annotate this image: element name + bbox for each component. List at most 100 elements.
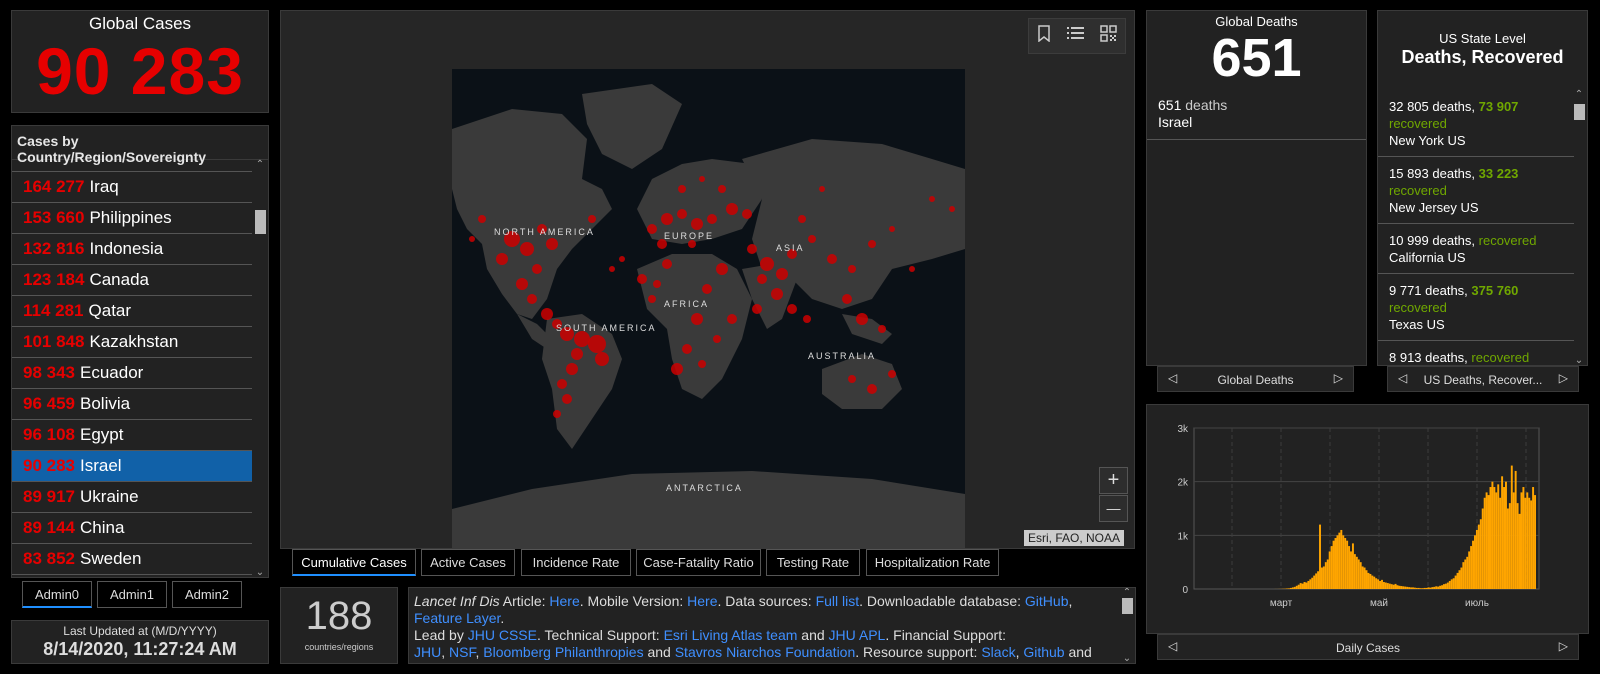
chart-bar[interactable] (1386, 583, 1389, 589)
case-bubble[interactable] (787, 304, 797, 314)
chart-bar[interactable] (1303, 582, 1306, 589)
case-bubble[interactable] (929, 196, 935, 202)
scroll-down-icon[interactable]: ⌄ (254, 568, 266, 578)
list-item[interactable]: 83 852 Sweden (12, 544, 252, 575)
case-bubble[interactable] (688, 240, 696, 248)
case-bubble[interactable] (637, 274, 647, 284)
chart-bar[interactable] (1309, 579, 1312, 589)
chart-bar[interactable] (1532, 487, 1535, 589)
chart-bar[interactable] (1497, 484, 1500, 589)
list-item[interactable]: 9 771 deaths, 375 760 recovered Texas US (1378, 274, 1574, 341)
case-bubble[interactable] (889, 226, 895, 232)
chart-bar[interactable] (1363, 567, 1366, 589)
chart-bar[interactable] (1528, 497, 1531, 589)
country-list-scrollbar[interactable]: ⌃ ⌄ (254, 160, 266, 578)
chart-bar[interactable] (1371, 575, 1374, 589)
chart-bar[interactable] (1512, 492, 1515, 589)
tab-case-fatality-ratio[interactable]: Case-Fatality Ratio (636, 549, 761, 576)
chart-bar[interactable] (1495, 492, 1498, 589)
info-scrollbar[interactable]: ⌃ ⌄ (1121, 588, 1133, 663)
chart-bar[interactable] (1330, 546, 1333, 589)
case-bubble[interactable] (648, 295, 656, 303)
list-icon[interactable] (1067, 26, 1084, 46)
case-bubble[interactable] (653, 280, 661, 288)
chart-bar[interactable] (1443, 584, 1445, 589)
chart-bar[interactable] (1320, 567, 1323, 589)
chart-bar[interactable] (1357, 559, 1360, 589)
bloomberg-link[interactable]: Bloomberg Philanthropies (483, 644, 643, 660)
us-states-list[interactable]: 32 805 deaths, 73 907 recovered New York … (1378, 90, 1574, 366)
list-item[interactable]: 32 805 deaths, 73 907 recovered New York … (1378, 90, 1574, 157)
chart-bar[interactable] (1446, 582, 1449, 589)
list-item[interactable]: 83 184Dominican Republic (12, 575, 252, 578)
list-item[interactable]: 90 283 Israel (12, 451, 252, 482)
chart-bar[interactable] (1483, 497, 1486, 589)
case-bubble[interactable] (848, 265, 856, 273)
chart-bar[interactable] (1299, 583, 1302, 589)
chart-bar[interactable] (1472, 540, 1475, 589)
case-bubble[interactable] (848, 375, 856, 383)
chart-bar[interactable] (1315, 573, 1318, 589)
case-bubble[interactable] (776, 268, 788, 280)
list-item[interactable]: 123 184 Canada (12, 265, 252, 296)
chart-bar[interactable] (1322, 566, 1325, 589)
case-bubble[interactable] (707, 214, 717, 224)
case-bubble[interactable] (868, 240, 876, 248)
chart-bar[interactable] (1324, 562, 1327, 589)
list-item[interactable]: 15 893 deaths, 33 223 recovered New Jerse… (1378, 157, 1574, 224)
tab-admin2[interactable]: Admin2 (172, 581, 242, 608)
esri-link[interactable]: Esri Living Atlas team (664, 627, 798, 643)
chart-bar[interactable] (1365, 570, 1368, 589)
chart-bar[interactable] (1334, 538, 1337, 589)
chart-bar[interactable] (1506, 508, 1509, 590)
chart-bar[interactable] (1289, 587, 1292, 589)
chart-bar[interactable] (1313, 575, 1316, 589)
chart-bar[interactable] (1462, 562, 1465, 589)
case-bubble[interactable] (619, 256, 625, 262)
chart-bar[interactable] (1381, 579, 1383, 589)
chart-bar[interactable] (1460, 567, 1463, 589)
list-item[interactable]: 132 816 Indonesia (12, 234, 252, 265)
case-bubble[interactable] (478, 215, 486, 223)
us-states-scrollbar[interactable]: ⌃ ⌄ (1573, 90, 1585, 366)
chart-bar[interactable] (1392, 584, 1395, 589)
case-bubble[interactable] (546, 238, 558, 250)
case-bubble[interactable] (496, 253, 508, 265)
chart-bar[interactable] (1340, 529, 1343, 589)
chart-bar[interactable] (1382, 582, 1385, 589)
chart-bar[interactable] (1388, 583, 1391, 589)
chart-bar[interactable] (1456, 572, 1459, 589)
scroll-thumb[interactable] (255, 210, 266, 234)
case-bubble[interactable] (771, 288, 783, 300)
chart-bar[interactable] (1396, 585, 1399, 589)
chart-bar[interactable] (1530, 500, 1533, 589)
case-bubble[interactable] (571, 348, 583, 360)
case-bubble[interactable] (699, 176, 705, 182)
chart-bar[interactable] (1435, 586, 1438, 589)
chart-bar[interactable] (1524, 497, 1527, 589)
chart-bar[interactable] (1464, 559, 1467, 589)
case-bubble[interactable] (677, 209, 687, 219)
case-bubble[interactable] (726, 203, 738, 215)
chart-bar[interactable] (1470, 546, 1473, 589)
case-bubble[interactable] (747, 244, 757, 254)
chart-bar[interactable] (1425, 587, 1428, 589)
chart-bar[interactable] (1450, 579, 1453, 589)
case-bubble[interactable] (662, 259, 672, 269)
tab-cumulative-cases[interactable]: Cumulative Cases (292, 549, 416, 576)
case-bubble[interactable] (562, 394, 572, 404)
chart-bar[interactable] (1503, 487, 1506, 589)
chart-bar[interactable] (1413, 587, 1416, 589)
case-bubble[interactable] (516, 278, 528, 290)
chart-bar[interactable] (1332, 540, 1335, 589)
next-arrow-icon[interactable]: ▷ (1559, 639, 1568, 653)
scroll-up-icon[interactable]: ⌃ (254, 160, 266, 170)
chart-bar[interactable] (1501, 476, 1504, 589)
chart-bar[interactable] (1514, 470, 1517, 589)
chart-bar[interactable] (1412, 587, 1414, 589)
case-bubble[interactable] (718, 185, 726, 193)
chart-bar[interactable] (1338, 532, 1341, 589)
list-item[interactable]: 10 999 deaths, recovered California US (1378, 224, 1574, 274)
case-bubble[interactable] (803, 315, 811, 323)
chart-bar[interactable] (1439, 585, 1442, 589)
